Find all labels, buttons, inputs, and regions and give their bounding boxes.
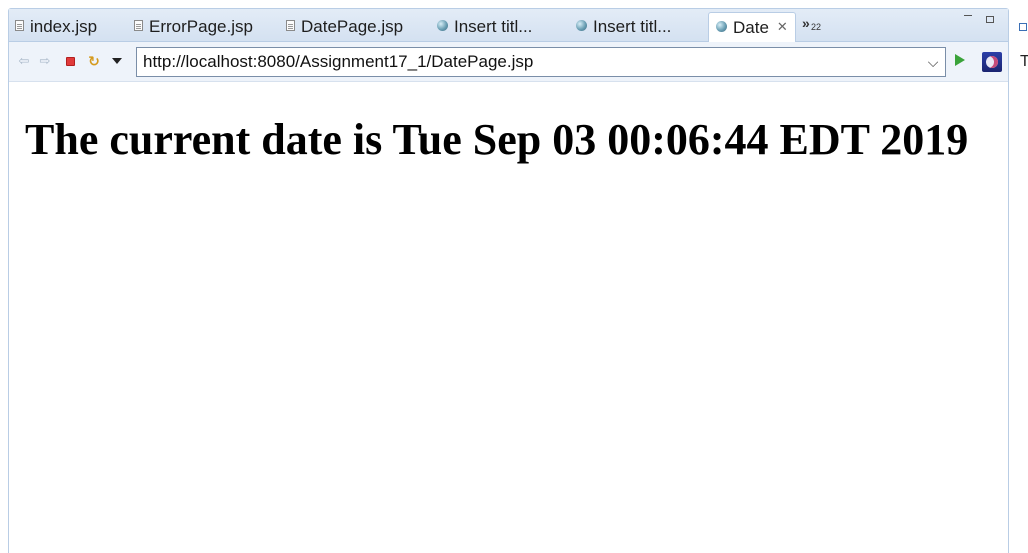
back-button[interactable]: ⇦ [17,54,31,68]
browser-toolbar: ⇦ ⇨ ↻ ⌵ [9,42,1008,82]
tab-label: index.jsp [30,17,98,36]
tab-overflow-count: 22 [811,22,822,32]
tab-insert-title-1[interactable]: Insert titl... [437,12,532,42]
tab-label: ErrorPage.jsp [149,17,253,36]
browser-globe-icon [437,19,448,31]
forward-button[interactable]: ⇨ [38,54,52,68]
stop-icon [65,56,75,66]
web-page-content: The current date is Tue Sep 03 00:06:44 … [25,113,995,167]
tab-datepage-jsp[interactable]: DatePage.jsp [286,12,403,42]
forward-arrow-icon: ⇨ [39,53,51,68]
panel-view-icon[interactable] [1019,23,1027,31]
url-input[interactable] [137,49,921,75]
jsp-file-icon [15,19,24,31]
panel-label: T [1020,53,1028,70]
go-button[interactable] [955,54,965,66]
browser-globe-icon [716,20,727,32]
browser-editor: index.jsp ErrorPage.jsp DatePage.jsp Ins… [8,8,1009,553]
stop-button[interactable] [63,54,77,68]
tab-label: DatePage.jsp [301,17,404,36]
close-tab-icon[interactable]: ✕ [777,19,788,35]
refresh-button[interactable]: ↻ [87,54,101,68]
eclipse-logo-icon [986,56,998,68]
right-side-panel: T [1010,0,1028,545]
external-browser-button[interactable] [982,52,1002,72]
tab-label: Date [733,18,769,37]
tab-date-active[interactable]: Date ✕ [708,12,796,43]
refresh-icon: ↻ [88,53,100,69]
back-arrow-icon: ⇦ [18,53,30,68]
minimize-icon[interactable] [964,15,972,16]
editor-tab-bar: index.jsp ErrorPage.jsp DatePage.jsp Ins… [9,9,1008,43]
tab-overflow-chevron-icon[interactable]: » [802,15,810,31]
dropdown-triangle-icon [112,58,122,64]
jsp-file-icon [286,19,295,31]
page-heading: The current date is Tue Sep 03 00:06:44 … [25,115,969,164]
maximize-icon[interactable] [986,16,994,23]
tab-label: Insert titl... [593,17,672,36]
history-dropdown-button[interactable] [110,54,124,68]
url-bar[interactable]: ⌵ [136,47,946,77]
tab-label: Insert titl... [454,17,533,36]
jsp-file-icon [134,19,143,31]
url-history-chevron-icon[interactable]: ⌵ [921,54,945,71]
tab-errorpage-jsp[interactable]: ErrorPage.jsp [134,12,253,42]
tab-insert-title-2[interactable]: Insert titl... [576,12,671,42]
tab-index-jsp[interactable]: index.jsp [15,12,97,42]
browser-globe-icon [576,19,587,31]
